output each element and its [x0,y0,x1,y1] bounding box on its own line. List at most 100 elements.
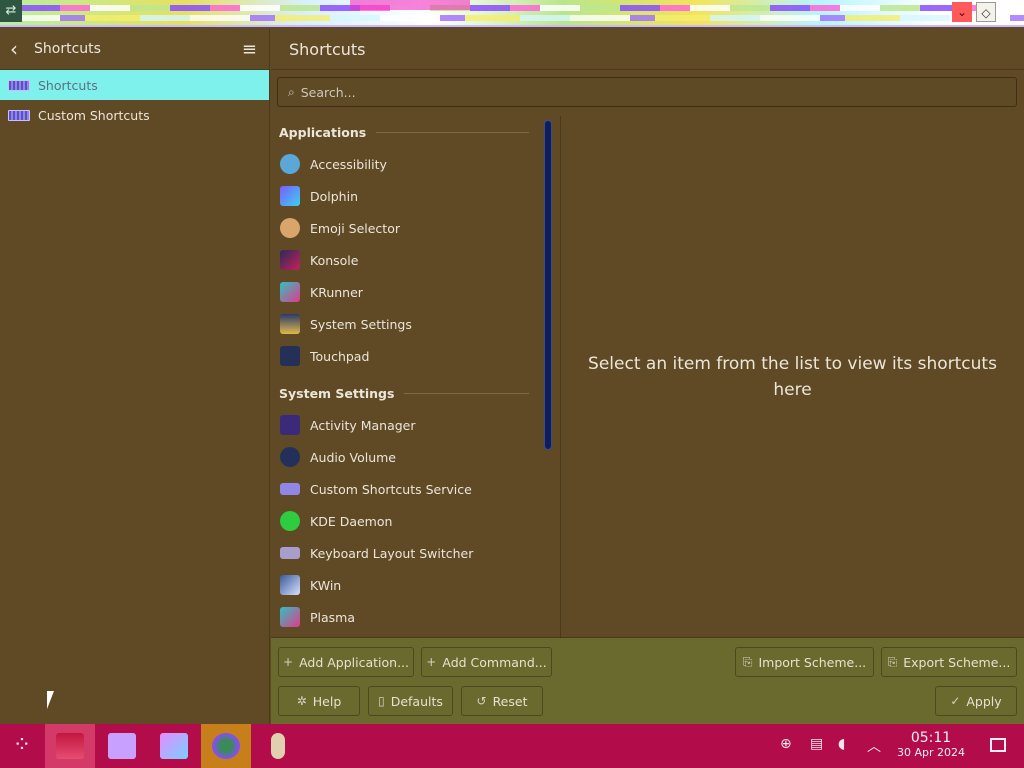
button-label: Export Scheme... [903,654,1011,670]
emoji-icon [280,218,300,238]
list-item-label: Touchpad [310,348,370,364]
detail-panel: Select an item from the list to view its… [560,116,1024,637]
import-icon: ⎘ [742,654,753,669]
apply-button[interactable]: ✓ Apply [935,686,1017,716]
help-icon: ✲ [296,694,307,708]
terminal-icon [280,250,300,270]
button-label: Reset [492,693,528,709]
show-desktop-icon[interactable] [990,738,1006,752]
search-icon: ⌕ [288,84,295,99]
list-scrollbar[interactable] [544,120,552,450]
settings-icon [56,733,84,759]
clock-date: 30 Apr 2024 [896,746,965,759]
window-options-icon[interactable]: ◇ [976,2,996,22]
main-panel: Shortcuts ⌕ Applications Accessibility D… [271,29,1024,724]
list-item-label: Activity Manager [310,417,416,433]
list-item[interactable]: Keyboard Layout Switcher [271,537,541,569]
expand-tray-icon[interactable]: ︿ [867,736,881,756]
section-title: Applications [279,124,367,140]
export-scheme-button[interactable]: ⎘ Export Scheme... [881,647,1017,677]
list-item[interactable]: Accessibility [271,148,541,180]
speaker-icon [280,447,300,467]
hamburger-menu-icon[interactable]: ≡ [242,39,257,60]
sidebar-item-label: Shortcuts [38,77,98,93]
window-titlebar[interactable]: ⇄ ⌄ ◇ [0,0,1024,27]
daemon-icon [280,511,300,531]
app-icon [271,733,285,759]
taskbar-system-settings[interactable] [45,724,95,768]
button-label: Help [312,693,342,709]
taskbar-dolphin[interactable] [149,724,199,768]
export-icon: ⎘ [887,654,898,669]
page-title: Shortcuts [289,39,366,59]
taskbar-discover[interactable] [97,724,147,768]
add-application-button[interactable]: + Add Application... [278,647,414,677]
keyboard-icon [8,109,30,121]
application-launcher-icon[interactable]: ⁘ [6,730,38,762]
browser-icon [212,733,240,759]
sidebar-item-label: Custom Shortcuts [38,107,150,123]
list-item-label: System Settings [310,316,412,332]
list-item[interactable]: Dolphin [271,180,541,212]
section-title: System Settings [279,385,395,401]
sidebar-item-shortcuts[interactable]: Shortcuts [0,70,269,100]
import-scheme-button[interactable]: ⎘ Import Scheme... [735,647,874,677]
add-command-button[interactable]: + Add Command... [421,647,552,677]
check-icon: ✓ [950,694,961,708]
back-arrow-icon[interactable]: ‹ [10,37,30,61]
window-icon [280,575,300,595]
list-item[interactable]: Audio Volume [271,441,541,473]
minimize-icon[interactable]: ⌄ [952,2,972,22]
clock-time: 05:11 [910,730,952,746]
glitch-band [0,15,1024,21]
list-item-label: KDE Daemon [310,513,393,529]
list-item[interactable]: Touchpad [271,340,541,372]
list-item[interactable]: Activity Manager [271,409,541,441]
network-icon[interactable]: ⊕ [780,736,792,752]
clipboard-icon[interactable]: ▤ [810,736,823,752]
defaults-button[interactable]: ▯ Defaults [368,686,453,716]
store-icon [108,733,136,759]
list-item-label: KWin [310,577,342,593]
list-item[interactable]: Plasma [271,601,541,633]
empty-state-message: Select an item from the list to view its… [588,353,997,400]
keyboard-icon [8,79,30,91]
button-label: Add Application... [299,654,409,670]
taskbar-firefox[interactable] [201,724,251,768]
list-item-label: Accessibility [310,156,387,172]
footer-toolbar: + Add Application... + Add Command... ⎘ Imp… [271,637,1024,724]
button-label: Apply [966,693,1002,709]
search-box[interactable]: ⌕ [277,77,1017,107]
activity-icon [280,415,300,435]
plus-icon: + [283,655,294,669]
mouse-cursor-icon [47,691,62,709]
plasma-icon [280,607,300,627]
list-item-label: Konsole [310,252,359,268]
divider [404,392,529,394]
krunner-icon [280,282,300,302]
list-item[interactable]: KDE Daemon [271,505,541,537]
taskbar-app[interactable] [253,724,303,768]
volume-icon[interactable]: ◖ [838,736,845,752]
window-app-icon[interactable]: ⇄ [0,0,22,22]
keyboard-icon [280,547,300,559]
list-item-label: Audio Volume [310,449,396,465]
glitch-band [350,0,470,10]
list-item[interactable]: Custom Shortcuts Service [271,473,541,505]
sidebar-item-custom-shortcuts[interactable]: Custom Shortcuts [0,100,269,130]
list-item[interactable]: KRunner [271,276,541,308]
help-button[interactable]: ✲ Help [278,686,360,716]
reset-button[interactable]: ↺ Reset [461,686,543,716]
clock[interactable]: 05:11 30 Apr 2024 [892,730,970,760]
list-item-label: KRunner [310,284,363,300]
button-label: Import Scheme... [758,654,867,670]
search-input[interactable] [300,84,981,100]
list-item[interactable]: System Settings [271,308,541,340]
list-item-label: Custom Shortcuts Service [310,481,472,497]
list-item[interactable]: KWin [271,569,541,601]
list-item[interactable]: Konsole [271,244,541,276]
sidebar: ‹ Shortcuts ≡ Shortcuts Custom Shortcuts [0,29,270,724]
list-item[interactable]: Emoji Selector [271,212,541,244]
section-header-applications: Applications [271,116,541,148]
divider [376,131,529,133]
